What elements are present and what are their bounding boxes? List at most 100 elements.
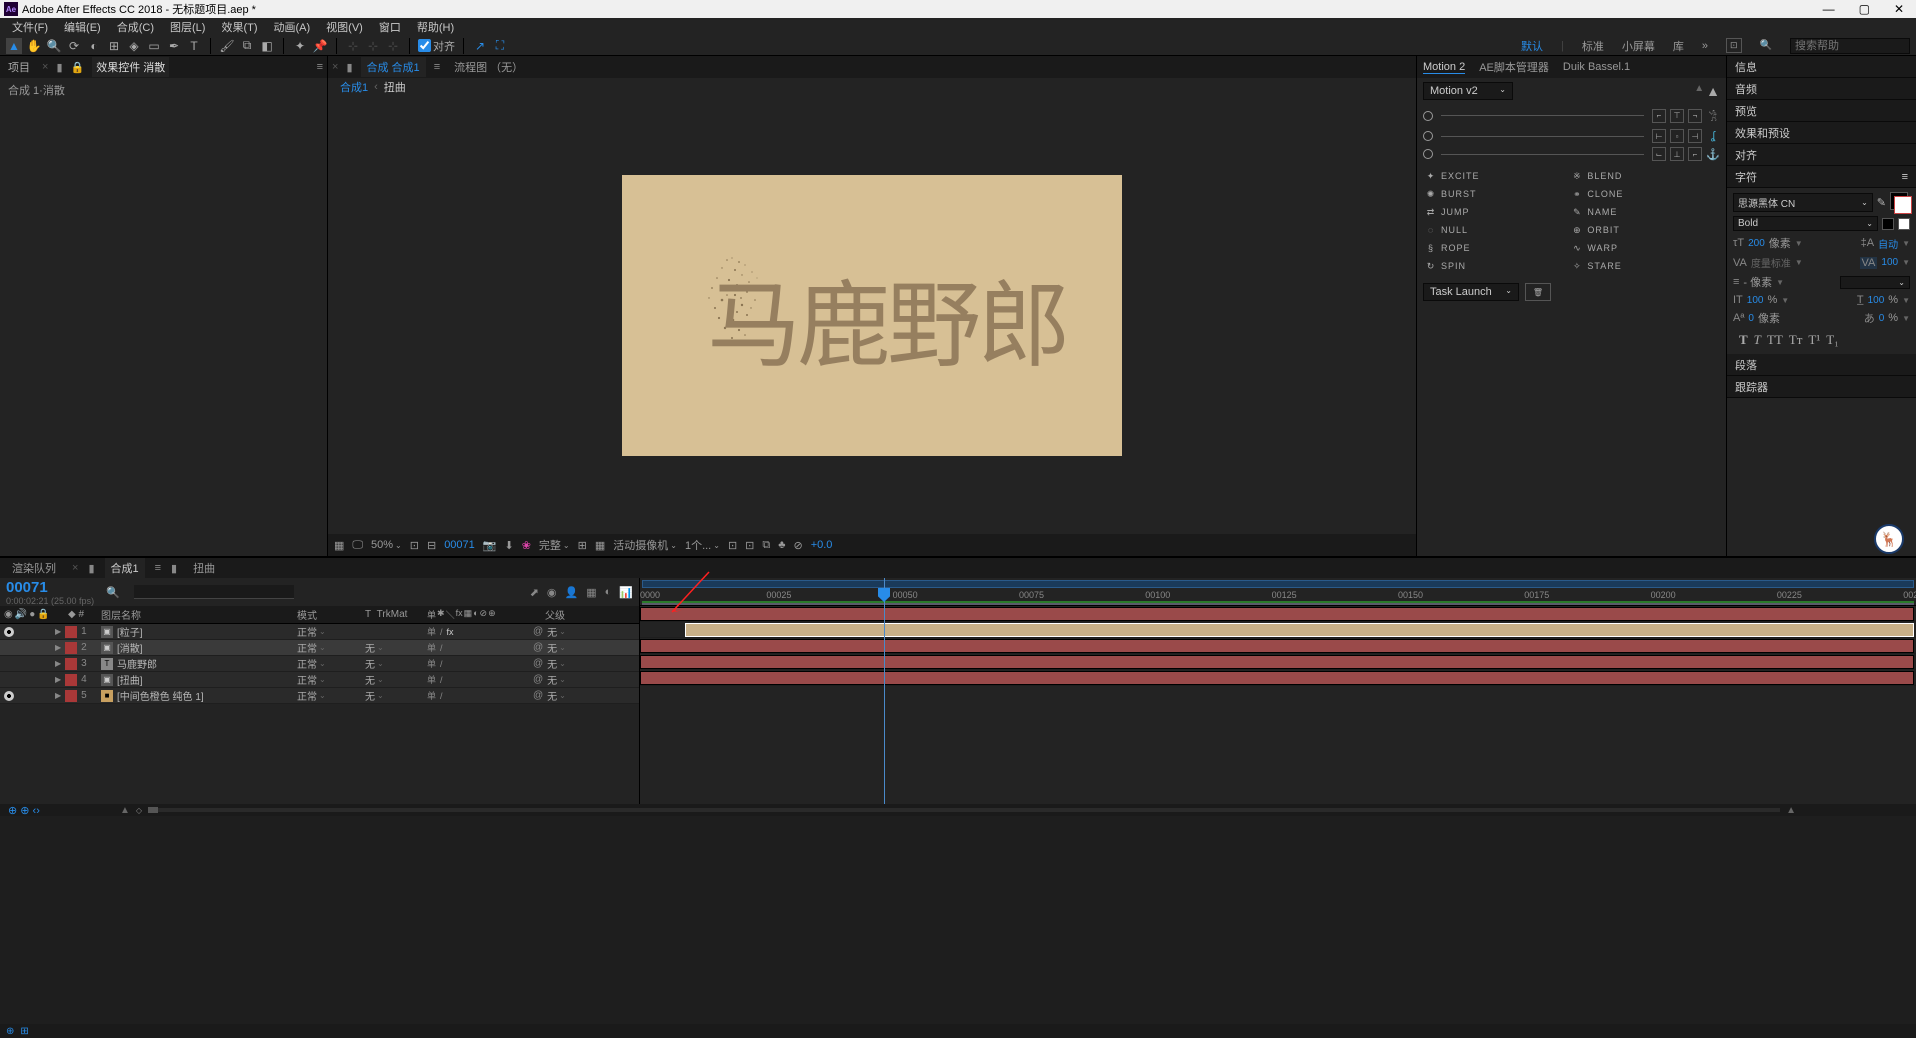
- tab-effect-controls[interactable]: 效果控件 消散: [92, 57, 169, 77]
- layer-row[interactable]: ▶3T马鹿野郎正常 ⌄无 ⌄单 /@ 无 ⌄: [0, 656, 639, 672]
- tab-motion2[interactable]: Motion 2: [1423, 61, 1465, 74]
- timeline-icon[interactable]: ⧉: [762, 539, 770, 552]
- parent-pickwhip-icon[interactable]: @: [533, 642, 543, 653]
- flowchart-icon[interactable]: ♣: [778, 539, 785, 551]
- timeline-zoom-slider[interactable]: ⊕ ⊕ ‹› ▲ ◇ ▲: [0, 804, 1916, 816]
- resolution-icon[interactable]: ⊡: [410, 539, 419, 552]
- composition-canvas[interactable]: 马鹿野郎: [622, 175, 1122, 456]
- status-icon-1[interactable]: ⊕: [6, 1026, 14, 1037]
- panel-menu-icon[interactable]: ≡: [155, 562, 161, 574]
- timeline-track[interactable]: [640, 606, 1916, 622]
- tool-blend[interactable]: ※BLEND: [1565, 167, 1711, 185]
- blend-mode-dropdown[interactable]: 正常 ⌄: [297, 656, 326, 671]
- comp-mini-flowchart-icon[interactable]: ⬈: [530, 586, 539, 599]
- expand-arrow-icon[interactable]: ▶: [55, 659, 61, 668]
- maximize-icon[interactable]: ▢: [1859, 2, 1870, 16]
- search-input[interactable]: [1790, 38, 1910, 54]
- switch-shy[interactable]: 单: [427, 657, 436, 670]
- menu-animation[interactable]: 动画(A): [268, 19, 317, 35]
- zoom-tool-icon[interactable]: 🔍: [46, 38, 62, 54]
- tool-rope[interactable]: §ROPE: [1419, 239, 1565, 257]
- parent-dropdown[interactable]: 无 ⌄: [547, 688, 566, 703]
- snapping-ext-icon[interactable]: ⛶: [492, 38, 508, 54]
- time-navigator[interactable]: [642, 580, 1914, 588]
- parent-dropdown[interactable]: 无 ⌄: [547, 640, 566, 655]
- pen-tool-icon[interactable]: ✒: [166, 38, 182, 54]
- roto-brush-icon[interactable]: ✦: [292, 38, 308, 54]
- trkmat-dropdown[interactable]: 无 ⌄: [365, 672, 384, 687]
- workspace-library[interactable]: 库: [1673, 38, 1684, 54]
- menu-file[interactable]: 文件(F): [6, 19, 54, 35]
- switch-collapse[interactable]: /: [440, 659, 443, 669]
- timeline-search-input[interactable]: [134, 585, 294, 599]
- tool-warp[interactable]: ∿WARP: [1565, 239, 1711, 257]
- visibility-toggle-icon[interactable]: [4, 691, 14, 701]
- panel-menu-icon[interactable]: ≡: [317, 61, 323, 73]
- tool-excite[interactable]: ✦EXCITE: [1419, 167, 1565, 185]
- superscript-button[interactable]: T¹: [1808, 332, 1820, 348]
- workspace-more[interactable]: »: [1702, 40, 1708, 52]
- bookmark-icon[interactable]: ▮: [56, 61, 62, 74]
- hook-icon[interactable]: ʆ: [1706, 130, 1720, 142]
- resolution-dropdown[interactable]: 完整 ⌄: [539, 537, 570, 553]
- anchor-radio-2[interactable]: [1423, 131, 1433, 141]
- snapshot-icon[interactable]: 📷: [483, 539, 497, 552]
- breadcrumb-comp1[interactable]: 合成1: [340, 79, 368, 95]
- pixel-aspect-icon[interactable]: ⊡: [728, 539, 737, 552]
- hand-tool-icon[interactable]: ✋: [26, 38, 42, 54]
- menu-view[interactable]: 视图(V): [320, 19, 369, 35]
- tab-script-manager[interactable]: AE脚本管理器: [1479, 59, 1549, 75]
- switch-shy[interactable]: 单: [427, 673, 436, 686]
- timeline-ruler[interactable]: 0000000250005000075001000012500150001750…: [640, 578, 1916, 606]
- switch-collapse[interactable]: /: [440, 643, 443, 653]
- label-color-swatch[interactable]: [65, 658, 77, 670]
- switch-collapse[interactable]: /: [440, 675, 443, 685]
- layer-name[interactable]: 马鹿野郎: [117, 656, 157, 671]
- rotate-tool-icon[interactable]: ◐: [86, 38, 102, 54]
- channel-icon[interactable]: ⬇: [504, 539, 513, 552]
- alpha-toggle-icon[interactable]: ▦: [334, 539, 344, 552]
- anchor-slider-3[interactable]: [1441, 154, 1644, 155]
- expand-arrow-icon[interactable]: ▶: [55, 675, 61, 684]
- views-dropdown[interactable]: 1个... ⌄: [685, 537, 720, 553]
- lock-icon[interactable]: 🔒: [71, 61, 85, 74]
- unified-camera-icon[interactable]: ⊞: [106, 38, 122, 54]
- bold-button[interactable]: T: [1739, 332, 1748, 348]
- task-launch-dropdown[interactable]: Task Launch⌄: [1423, 283, 1519, 301]
- panel-character[interactable]: 字符≡: [1727, 166, 1916, 188]
- hscale-value[interactable]: 100: [1868, 295, 1885, 306]
- label-color-swatch[interactable]: [65, 642, 77, 654]
- tool-spin[interactable]: ↻SPIN: [1419, 257, 1565, 275]
- reset-exposure-icon[interactable]: ⊘: [793, 539, 802, 552]
- panel-paragraph[interactable]: 段落: [1727, 354, 1916, 376]
- switch-shy[interactable]: 单: [427, 625, 436, 638]
- default-colors-icon[interactable]: [1898, 218, 1910, 230]
- stroke-style-dropdown[interactable]: ⌄: [1840, 276, 1910, 289]
- panel-effects-presets[interactable]: 效果和预设: [1727, 122, 1916, 144]
- font-size-value[interactable]: 200: [1748, 238, 1765, 249]
- layer-duration-bar[interactable]: [640, 607, 1914, 621]
- eraser-tool-icon[interactable]: ◧: [259, 38, 275, 54]
- anchor-mc[interactable]: ▫: [1670, 129, 1684, 143]
- motionblur-icon[interactable]: ◐: [605, 586, 612, 599]
- timeline-track[interactable]: [640, 654, 1916, 670]
- tab-flowchart[interactable]: 流程图 （无）: [448, 57, 529, 77]
- tab-render-queue[interactable]: 渲染队列: [6, 558, 62, 578]
- parent-pickwhip-icon[interactable]: @: [533, 690, 543, 701]
- bookmark-icon[interactable]: ▮: [88, 562, 94, 575]
- panel-tracker[interactable]: 跟踪器: [1727, 376, 1916, 398]
- layer-row[interactable]: ▶1▣[粒子]正常 ⌄单 / fx@ 无 ⌄: [0, 624, 639, 640]
- playhead[interactable]: [884, 578, 885, 804]
- menu-edit[interactable]: 编辑(E): [58, 19, 107, 35]
- switch-collapse[interactable]: /: [440, 691, 443, 701]
- current-frame[interactable]: 00071: [444, 539, 475, 551]
- menu-effect[interactable]: 效果(T): [215, 19, 263, 35]
- selection-tool-icon[interactable]: ▲: [6, 38, 22, 54]
- close-icon[interactable]: ✕: [1894, 2, 1904, 16]
- layer-name[interactable]: [扭曲]: [117, 672, 143, 687]
- parent-pickwhip-icon[interactable]: @: [533, 626, 543, 637]
- layer-name[interactable]: [中间色橙色 纯色 1]: [117, 688, 204, 703]
- snap-checkbox[interactable]: 对齐: [418, 38, 455, 54]
- menu-window[interactable]: 窗口: [373, 19, 407, 35]
- anchor-slider-2[interactable]: [1441, 136, 1644, 137]
